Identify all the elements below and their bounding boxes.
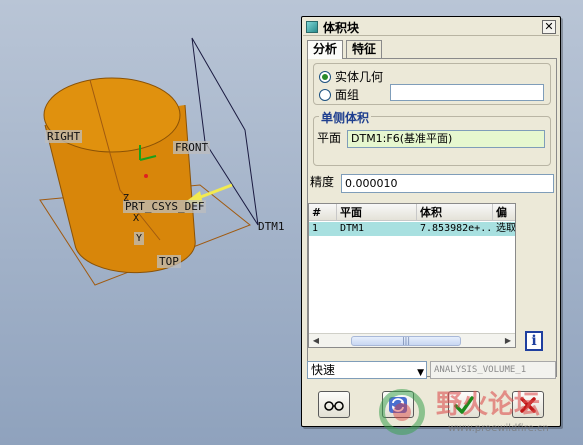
compute-mode-select[interactable]: 快速 ▼: [307, 361, 427, 379]
scroll-left-icon[interactable]: ◀: [311, 336, 321, 346]
column-header-plane[interactable]: 平面: [337, 204, 417, 221]
row-index: 1: [312, 223, 319, 234]
radio-unselected-icon[interactable]: [319, 88, 331, 101]
tab-analysis[interactable]: 分析: [307, 40, 344, 59]
forum-watermark: 野火论坛 www.proewildfire.cn: [372, 382, 577, 440]
plane-label: 平面: [317, 131, 342, 145]
analysis-name-field[interactable]: ANALYSIS_VOLUME_1: [430, 361, 556, 379]
y-axis-label: Y: [134, 232, 145, 245]
precision-input[interactable]: 0.000010: [341, 174, 554, 193]
watermark-text: 野火论坛: [436, 390, 541, 420]
dialog-titlebar[interactable]: 体积块 ✕: [303, 18, 559, 36]
table-row[interactable]: 1 DTM1 7.853982e+... 选取: [309, 222, 515, 236]
results-table[interactable]: # 平面 体积 偏 1 DTM1 7.853982e+... 选取 ◀ ||| …: [308, 203, 516, 348]
x-axis-label: X: [133, 213, 140, 224]
radio-selected-icon[interactable]: [319, 70, 331, 83]
watermark-url: www.proewildfire.cn: [448, 423, 549, 434]
column-header-volume[interactable]: 体积: [417, 204, 493, 221]
row-side: 选取: [496, 223, 516, 234]
precision-label: 精度: [310, 175, 335, 189]
scrollbar-thumb[interactable]: |||: [351, 336, 461, 346]
dtm1-plane-label: DTM1: [258, 220, 285, 233]
front-plane-label: FRONT: [173, 141, 211, 154]
solid-geometry-label: 实体几何: [335, 70, 384, 84]
info-icon[interactable]: i: [525, 331, 543, 351]
quilt-label: 面组: [335, 88, 360, 102]
solid-geometry-radio[interactable]: 实体几何: [319, 68, 383, 85]
column-header-index[interactable]: #: [309, 204, 337, 221]
glasses-icon: [324, 401, 344, 411]
tab-feature[interactable]: 特征: [346, 40, 383, 58]
quilt-field[interactable]: [390, 84, 544, 101]
top-plane-label: TOP: [157, 255, 181, 268]
scroll-right-icon[interactable]: ▶: [503, 336, 513, 346]
row-volume: 7.853982e+...: [420, 223, 493, 234]
quilt-radio[interactable]: 面组: [319, 86, 359, 103]
right-plane-label: RIGHT: [45, 130, 83, 143]
z-axis-label: Z: [123, 193, 130, 204]
origin-point: [144, 174, 148, 178]
chevron-down-icon[interactable]: ▼: [417, 365, 424, 381]
app-window-icon: [306, 21, 318, 33]
volume-dialog: 体积块 ✕ 分析 特征 实体几何 面组 单侧体积 平面 DTM1:F6(基准平面…: [301, 16, 561, 427]
one-sided-volume-legend: 单侧体积: [319, 109, 372, 126]
plane-selection-field[interactable]: DTM1:F6(基准平面): [347, 130, 545, 148]
preview-button[interactable]: [318, 391, 350, 418]
column-header-side[interactable]: 偏: [493, 204, 515, 221]
dialog-title: 体积块: [323, 21, 360, 35]
close-button[interactable]: ✕: [542, 20, 556, 34]
horizontal-scrollbar[interactable]: ◀ ||| ▶: [309, 333, 515, 347]
row-plane: DTM1: [340, 223, 365, 234]
compute-mode-value: 快速: [311, 363, 336, 377]
